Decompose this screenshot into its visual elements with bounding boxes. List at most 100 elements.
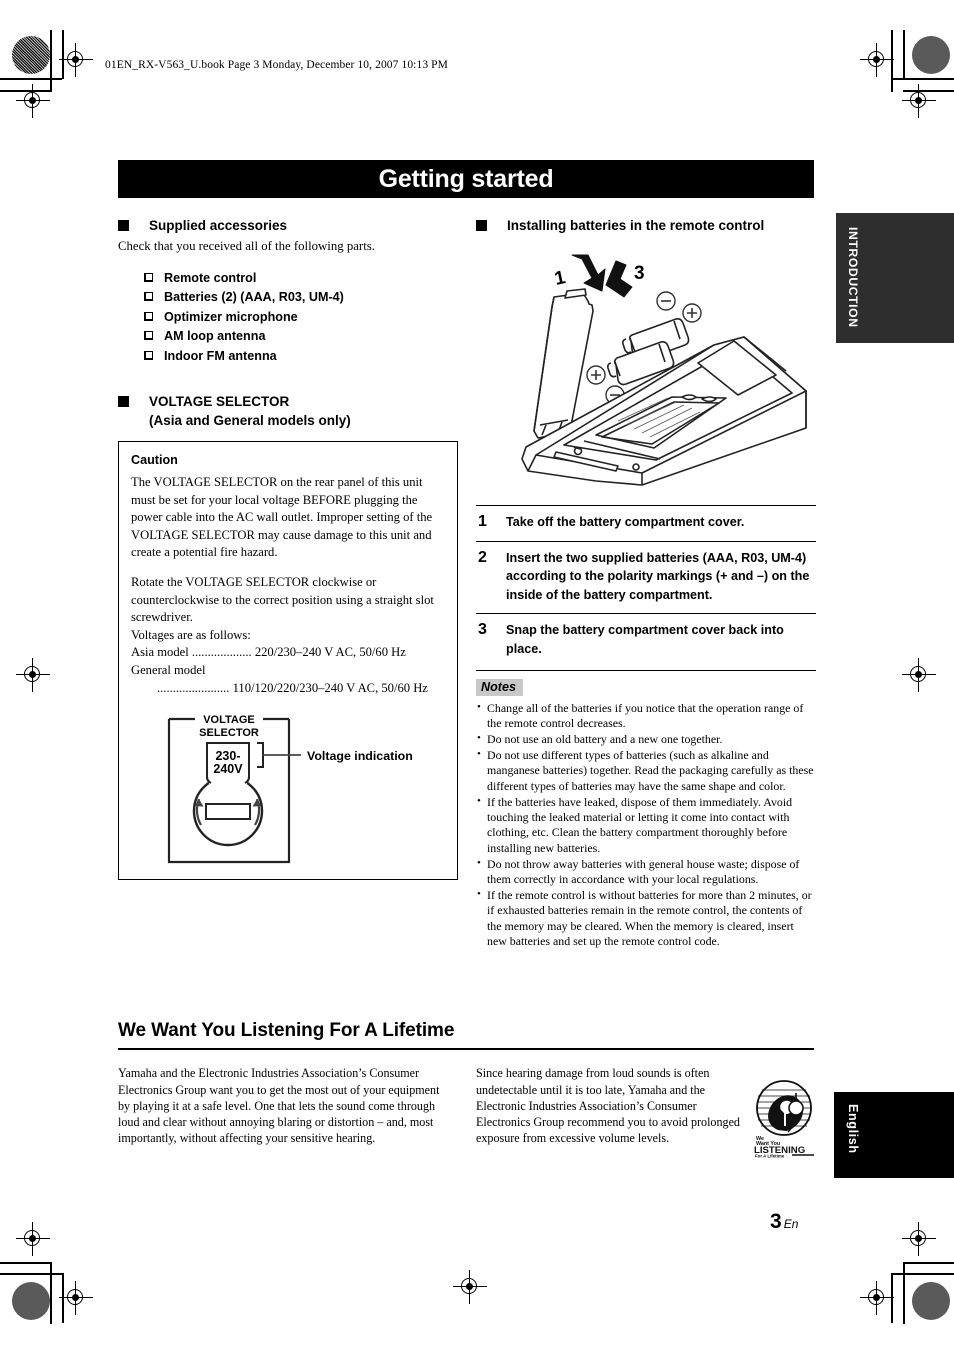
step-row: 3 Snap the battery compartment cover bac… xyxy=(476,613,816,667)
page-number-suffix: En xyxy=(783,1217,799,1231)
vs-callout-label: Voltage indication xyxy=(307,749,413,763)
battery-install-steps: 1 Take off the battery compartment cover… xyxy=(476,505,816,668)
sidebar-tab-introduction-label: INTRODUCTION xyxy=(846,227,860,328)
sidebar-tab-english[interactable]: English xyxy=(834,1092,954,1178)
registration-target xyxy=(59,1281,93,1315)
listening-lifetime-logo: We Want You LISTENING For A Lifetime xyxy=(748,1078,820,1159)
square-bullet-icon xyxy=(476,220,487,231)
registration-target xyxy=(16,84,50,118)
accessories-list: Remote control Batteries (2) (AAA, R03, … xyxy=(118,269,458,366)
callout-number-3: 3 xyxy=(634,263,645,284)
lifetime-text-right: Since hearing damage from loud sounds is… xyxy=(476,1066,740,1146)
page-title: Getting started xyxy=(118,160,814,198)
note-item: Do not throw away batteries with general… xyxy=(476,856,816,888)
section-heading-label: Installing batteries in the remote contr… xyxy=(507,218,765,233)
voltage-heading-line1: VOLTAGE SELECTOR xyxy=(149,394,290,410)
halftone-registration-dot xyxy=(912,36,950,74)
registration-target xyxy=(860,43,894,77)
step-row: 1 Take off the battery compartment cover… xyxy=(476,505,816,541)
list-item: Remote control xyxy=(144,269,458,288)
checkbox-icon xyxy=(144,350,153,360)
right-column: Installing batteries in the remote contr… xyxy=(476,216,816,950)
notes-list: Change all of the batteries if you notic… xyxy=(476,700,816,950)
voltage-heading-line2: (Asia and General models only) xyxy=(149,413,351,429)
lifetime-paragraph-left: Yamaha and the Electronic Industries Ass… xyxy=(118,1065,448,1146)
step-number: 1 xyxy=(478,513,487,530)
page-number: 3 En xyxy=(770,1210,798,1234)
sidebar-tab-introduction[interactable]: INTRODUCTION xyxy=(836,213,954,343)
listening-lifetime-section: We Want You Listening For A Lifetime Yam… xyxy=(118,1020,814,1145)
caution-title: Caution xyxy=(131,453,178,468)
registration-target xyxy=(59,43,93,77)
voltages-intro: Voltages are as follows: xyxy=(131,627,251,642)
registration-target xyxy=(902,84,936,118)
list-item: Indoor FM antenna xyxy=(144,347,458,366)
halftone-registration-dot xyxy=(12,1282,50,1320)
square-bullet-icon xyxy=(118,396,129,408)
step-text: Snap the battery compartment cover back … xyxy=(506,623,784,656)
list-item: AM loop antenna xyxy=(144,327,458,346)
note-item: Change all of the batteries if you notic… xyxy=(476,700,816,732)
registration-target xyxy=(16,658,50,692)
page-number-value: 3 xyxy=(770,1210,782,1233)
checkbox-icon xyxy=(144,273,153,282)
list-item-label: Optimizer microphone xyxy=(164,309,298,324)
step-text: Take off the battery compartment cover. xyxy=(506,515,745,529)
horizontal-rule xyxy=(118,1048,814,1051)
vs-dial-value-line1: 230- xyxy=(215,749,240,763)
halftone-registration-dot xyxy=(12,36,50,74)
step-number: 3 xyxy=(478,621,487,639)
caution-box: Caution The VOLTAGE SELECTOR on the rear… xyxy=(118,441,458,881)
caution-paragraph-2: Rotate the VOLTAGE SELECTOR clockwise or… xyxy=(131,575,434,625)
notes-divider xyxy=(476,669,816,671)
accessories-lead-text: Check that you received all of the follo… xyxy=(118,239,375,253)
listening-logo-icon: We Want You LISTENING For A Lifetime xyxy=(754,1080,814,1159)
list-item: Batteries (2) (AAA, R03, UM-4) xyxy=(144,288,458,307)
step-number: 2 xyxy=(478,548,487,566)
registration-target xyxy=(453,1270,487,1304)
caution-paragraph-1: The VOLTAGE SELECTOR on the rear panel o… xyxy=(131,475,433,560)
registration-target xyxy=(860,1281,894,1315)
voltage-selector-diagram: VOLTAGE SELECTOR 230- 240V Voltage indic… xyxy=(167,714,413,864)
note-item: If the batteries have leaked, dispose of… xyxy=(476,794,816,857)
page-content: Getting started Supplied accessories Che… xyxy=(118,160,816,948)
lifetime-text-left: Yamaha and the Electronic Industries Ass… xyxy=(118,1066,440,1146)
vs-dial-value-line2: 240V xyxy=(213,762,243,776)
vs-label-line2: SELECTOR xyxy=(199,727,259,739)
registration-target xyxy=(902,1222,936,1256)
registration-target xyxy=(902,658,936,692)
vs-label-line1: VOLTAGE xyxy=(203,714,255,726)
section-heading-installing-batteries: Installing batteries in the remote contr… xyxy=(476,216,816,235)
remote-battery-illustration: 1 3 xyxy=(476,245,816,495)
lifetime-paragraph-right: Since hearing damage from loud sounds is… xyxy=(476,1065,754,1146)
list-item-label: Batteries (2) (AAA, R03, UM-4) xyxy=(164,290,344,305)
lifetime-heading: We Want You Listening For A Lifetime xyxy=(118,1020,455,1041)
section-heading-label: Supplied accessories xyxy=(149,218,288,233)
voltage-asia-model: Asia model ................... 220/230–2… xyxy=(131,645,406,660)
list-item: Optimizer microphone xyxy=(144,308,458,327)
note-item: Do not use an old battery and a new one … xyxy=(476,731,816,747)
sidebar-tab-english-label: English xyxy=(846,1104,860,1154)
step-text: Insert the two supplied batteries (AAA, … xyxy=(506,550,810,602)
note-item: If the remote control is without batteri… xyxy=(476,887,816,950)
voltage-general-model-label: General model xyxy=(131,662,206,677)
registration-target xyxy=(16,1222,50,1256)
checkbox-icon xyxy=(144,292,153,302)
checkbox-icon xyxy=(144,331,153,341)
voltage-general-model-value: ....................... 110/120/220/230–… xyxy=(157,680,428,695)
list-item-label: AM loop antenna xyxy=(164,329,266,344)
file-header-line: 01EN_RX-V563_U.book Page 3 Monday, Decem… xyxy=(105,59,448,71)
remote-control-diagram: 1 3 xyxy=(521,254,807,486)
square-bullet-icon xyxy=(118,220,129,231)
notes-label: Notes xyxy=(476,678,523,696)
list-item-label: Indoor FM antenna xyxy=(164,348,277,363)
note-item: Do not use different types of batteries … xyxy=(476,747,816,794)
callout-number-1: 1 xyxy=(553,267,568,290)
section-heading-voltage-selector: VOLTAGE SELECTOR (Asia and General model… xyxy=(118,392,458,430)
checkbox-icon xyxy=(144,311,153,321)
step-row: 2 Insert the two supplied batteries (AAA… xyxy=(476,540,816,614)
left-column: Supplied accessories Check that you rece… xyxy=(118,216,458,881)
logo-line4: For A Lifetime xyxy=(755,1154,785,1159)
document-page: 01EN_RX-V563_U.book Page 3 Monday, Decem… xyxy=(0,0,954,1351)
section-heading-supplied-accessories: Supplied accessories xyxy=(118,216,458,235)
